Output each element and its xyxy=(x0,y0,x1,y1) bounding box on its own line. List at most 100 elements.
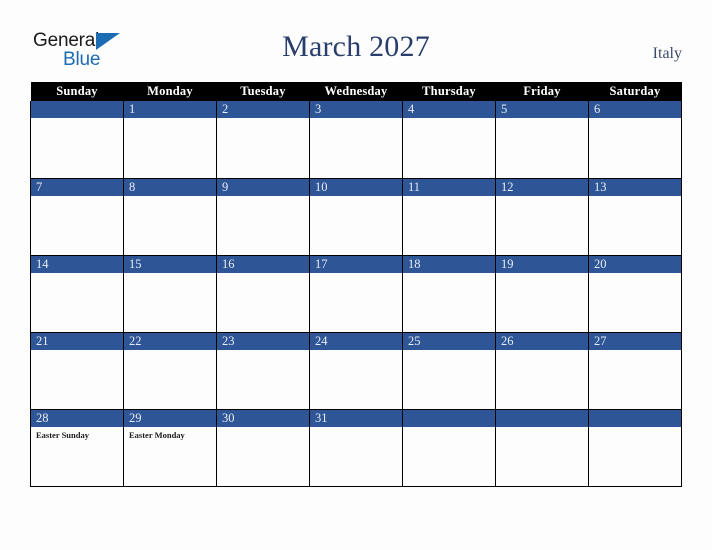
day-cell-inner xyxy=(496,409,588,486)
weekday-header-saturday: Saturday xyxy=(588,82,682,101)
calendar-day-cell[interactable]: 23 xyxy=(216,332,310,410)
day-number: 16 xyxy=(217,255,309,273)
calendar-empty-cell xyxy=(588,409,682,487)
day-number: 10 xyxy=(310,178,402,196)
day-number: 22 xyxy=(124,332,216,350)
calendar-day-cell[interactable]: 7 xyxy=(30,178,124,256)
calendar-day-cell[interactable]: 8 xyxy=(123,178,217,256)
weekday-header-thursday: Thursday xyxy=(402,82,496,101)
day-cell-inner: 7 xyxy=(31,178,123,255)
calendar-day-cell[interactable]: 20 xyxy=(588,255,682,333)
day-number: 11 xyxy=(403,178,495,196)
calendar-day-cell[interactable]: 27 xyxy=(588,332,682,410)
day-number xyxy=(496,409,588,427)
day-number: 23 xyxy=(217,332,309,350)
calendar-day-cell[interactable]: 22 xyxy=(123,332,217,410)
page-header: General Blue March 2027 Italy xyxy=(0,0,712,82)
country-label: Italy xyxy=(652,45,682,62)
calendar-day-cell[interactable]: 31 xyxy=(309,409,403,487)
day-number xyxy=(403,409,495,427)
day-cell-inner: 28 Easter Sunday xyxy=(31,409,123,486)
calendar-day-cell[interactable]: 6 xyxy=(588,101,682,179)
calendar-empty-cell xyxy=(30,101,124,179)
day-number: 8 xyxy=(124,178,216,196)
calendar-day-cell[interactable]: 13 xyxy=(588,178,682,256)
day-number: 29 xyxy=(124,409,216,427)
weekday-header-row: Sunday Monday Tuesday Wednesday Thursday… xyxy=(30,82,682,101)
day-cell-inner: 17 xyxy=(310,255,402,332)
day-number: 5 xyxy=(496,101,588,118)
day-number: 2 xyxy=(217,101,309,118)
day-number xyxy=(589,409,681,427)
day-cell-inner: 29 Easter Monday xyxy=(124,409,216,486)
calendar-day-cell[interactable]: 25 xyxy=(402,332,496,410)
day-number: 9 xyxy=(217,178,309,196)
calendar-day-cell[interactable]: 14 xyxy=(30,255,124,333)
day-cell-inner: 4 xyxy=(403,101,495,178)
day-cell-inner: 2 xyxy=(217,101,309,178)
calendar-day-cell[interactable]: 15 xyxy=(123,255,217,333)
calendar-body: 1 2 3 4 5 6 7 8 9 10 11 12 13 14 15 16 17 18 19 20 21 22 23 24 2… xyxy=(30,101,682,487)
calendar-grid: Sunday Monday Tuesday Wednesday Thursday… xyxy=(30,82,682,487)
calendar-day-cell[interactable]: 19 xyxy=(495,255,589,333)
calendar-week-row: 7 8 9 10 11 12 13 xyxy=(30,178,682,256)
day-number xyxy=(31,101,123,118)
day-number: 17 xyxy=(310,255,402,273)
calendar-day-cell[interactable]: 2 xyxy=(216,101,310,179)
calendar-day-cell[interactable]: 24 xyxy=(309,332,403,410)
calendar-week-row: 123456 xyxy=(30,101,682,179)
weekday-header-sunday: Sunday xyxy=(30,82,124,101)
calendar-day-cell[interactable]: 10 xyxy=(309,178,403,256)
day-cell-inner xyxy=(589,409,681,486)
day-number: 21 xyxy=(31,332,123,350)
calendar-day-cell[interactable]: 9 xyxy=(216,178,310,256)
day-cell-inner: 11 xyxy=(403,178,495,255)
calendar-day-cell[interactable]: 11 xyxy=(402,178,496,256)
calendar-day-cell[interactable]: 3 xyxy=(309,101,403,179)
day-cell-inner: 18 xyxy=(403,255,495,332)
day-cell-inner: 21 xyxy=(31,332,123,409)
holiday-label: Easter Sunday xyxy=(36,429,89,440)
day-number: 28 xyxy=(31,409,123,427)
calendar-day-cell[interactable]: 21 xyxy=(30,332,124,410)
calendar-day-cell[interactable]: 4 xyxy=(402,101,496,179)
day-events: Easter Monday xyxy=(124,427,216,441)
weekday-header-tuesday: Tuesday xyxy=(216,82,310,101)
calendar-week-row: 14 15 16 17 18 19 20 xyxy=(30,255,682,333)
day-cell-inner: 9 xyxy=(217,178,309,255)
calendar-day-cell[interactable]: 1 xyxy=(123,101,217,179)
day-number: 18 xyxy=(403,255,495,273)
calendar-day-cell[interactable]: 12 xyxy=(495,178,589,256)
weekday-header-friday: Friday xyxy=(495,82,589,101)
day-number: 31 xyxy=(310,409,402,427)
day-number: 24 xyxy=(310,332,402,350)
weekday-header-monday: Monday xyxy=(123,82,217,101)
calendar-empty-cell xyxy=(402,409,496,487)
calendar-day-cell[interactable]: 30 xyxy=(216,409,310,487)
day-number: 30 xyxy=(217,409,309,427)
day-cell-inner: 27 xyxy=(589,332,681,409)
calendar-day-cell[interactable]: 18 xyxy=(402,255,496,333)
day-cell-inner: 14 xyxy=(31,255,123,332)
calendar-day-cell[interactable]: 29 Easter Monday xyxy=(123,409,217,487)
calendar-day-cell[interactable]: 16 xyxy=(216,255,310,333)
calendar-page: General Blue March 2027 Italy Sunday Mon… xyxy=(0,0,712,550)
day-cell-inner: 24 xyxy=(310,332,402,409)
day-cell-inner: 12 xyxy=(496,178,588,255)
day-cell-inner: 16 xyxy=(217,255,309,332)
day-number: 7 xyxy=(31,178,123,196)
calendar-day-cell[interactable]: 17 xyxy=(309,255,403,333)
day-number: 19 xyxy=(496,255,588,273)
day-cell-inner: 15 xyxy=(124,255,216,332)
calendar-day-cell[interactable]: 26 xyxy=(495,332,589,410)
day-number: 26 xyxy=(496,332,588,350)
day-cell-inner: 25 xyxy=(403,332,495,409)
calendar-day-cell[interactable]: 28 Easter Sunday xyxy=(30,409,124,487)
weekday-header-wednesday: Wednesday xyxy=(309,82,403,101)
day-cell-inner: 5 xyxy=(496,101,588,178)
day-number: 1 xyxy=(124,101,216,118)
day-events: Easter Sunday xyxy=(31,427,123,441)
day-cell-inner xyxy=(31,101,123,178)
day-cell-inner xyxy=(403,409,495,486)
calendar-day-cell[interactable]: 5 xyxy=(495,101,589,179)
